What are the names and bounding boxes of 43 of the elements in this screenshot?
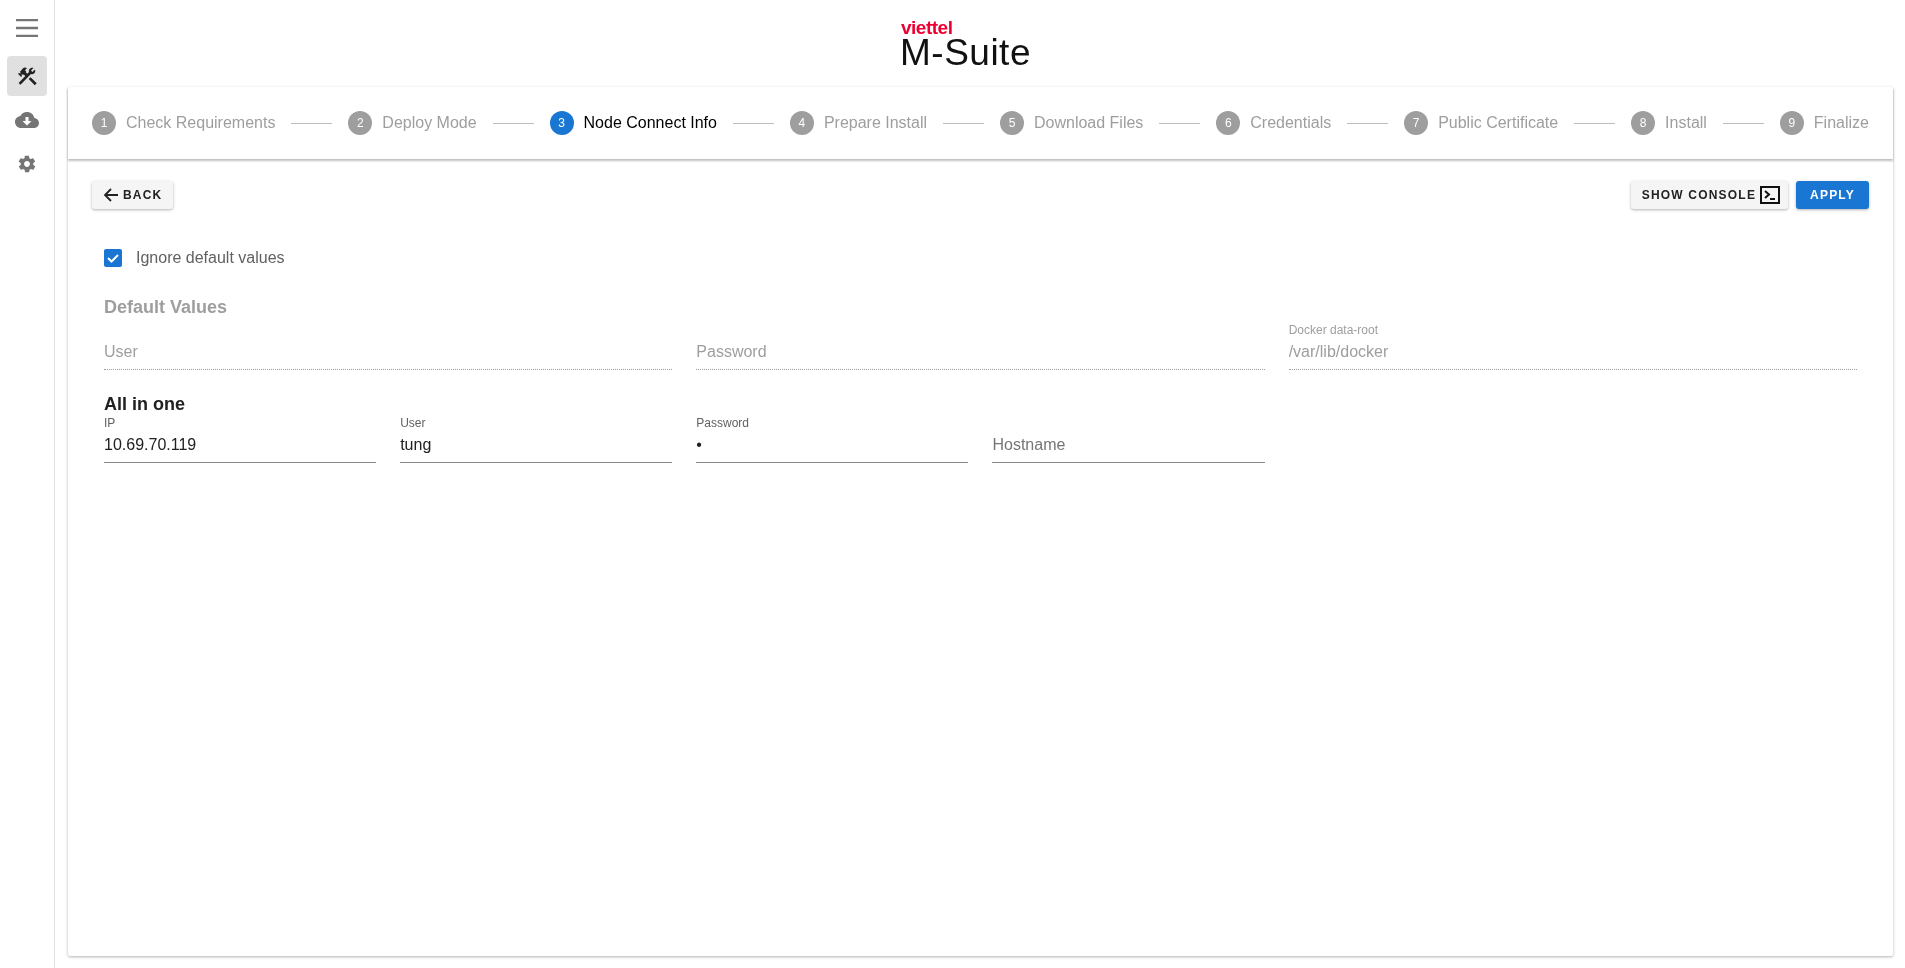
apply-button[interactable]: APPLY	[1796, 181, 1869, 209]
step-label[interactable]: Download Files	[1033, 114, 1144, 132]
step-label[interactable]: Check Requirements	[126, 114, 276, 132]
text-field[interactable]: Hostname	[992, 432, 1265, 463]
step-number: 3	[549, 111, 574, 135]
product-name: M-Suite	[900, 34, 1031, 71]
step-label[interactable]: Public Certificate	[1438, 114, 1559, 132]
step-number: 1	[92, 111, 116, 135]
step-number: 4	[789, 111, 814, 135]
text-field[interactable]: tung	[400, 432, 673, 463]
show-console-button[interactable]: SHOW CONSOLE	[1630, 181, 1789, 209]
settings-icon	[17, 154, 37, 174]
step-label[interactable]: Finalize	[1813, 114, 1869, 132]
text-field[interactable]: •	[696, 432, 969, 463]
step-number: 8	[1631, 111, 1656, 135]
step-number: 7	[1404, 111, 1429, 135]
section-heading: All in one	[104, 394, 186, 415]
field-label: Password	[696, 416, 750, 430]
field-label: User	[400, 416, 427, 430]
menu-icon[interactable]	[16, 19, 38, 37]
step-label[interactable]: Deploy Mode	[382, 114, 477, 132]
cloud-download-icon	[15, 111, 39, 129]
field-label: IP	[104, 416, 117, 430]
back-button[interactable]: BACK	[92, 181, 174, 209]
arrow-left-icon	[103, 187, 119, 203]
text-field[interactable]: 10.69.70.119	[104, 432, 377, 463]
field-label: Docker data-root	[1288, 323, 1380, 337]
checkbox[interactable]	[104, 249, 122, 267]
step-label[interactable]: Credentials	[1250, 114, 1332, 132]
step-number: 2	[348, 111, 373, 135]
nav-item[interactable]	[7, 56, 47, 96]
terminal-icon	[1760, 186, 1781, 204]
brand-logo-text: viettel	[901, 18, 953, 37]
step-label[interactable]: Prepare Install	[823, 114, 928, 132]
step-number: 9	[1779, 111, 1804, 135]
step-number: 6	[1216, 111, 1241, 135]
step-number: 5	[999, 111, 1024, 135]
checkbox-label: Ignore default values	[136, 249, 285, 267]
section-heading: Default Values	[104, 297, 229, 318]
checkmark-icon	[106, 251, 120, 265]
tools-icon	[16, 65, 38, 87]
step-label[interactable]: Node Connect Info	[583, 114, 717, 132]
step-label[interactable]: Install	[1665, 114, 1707, 132]
